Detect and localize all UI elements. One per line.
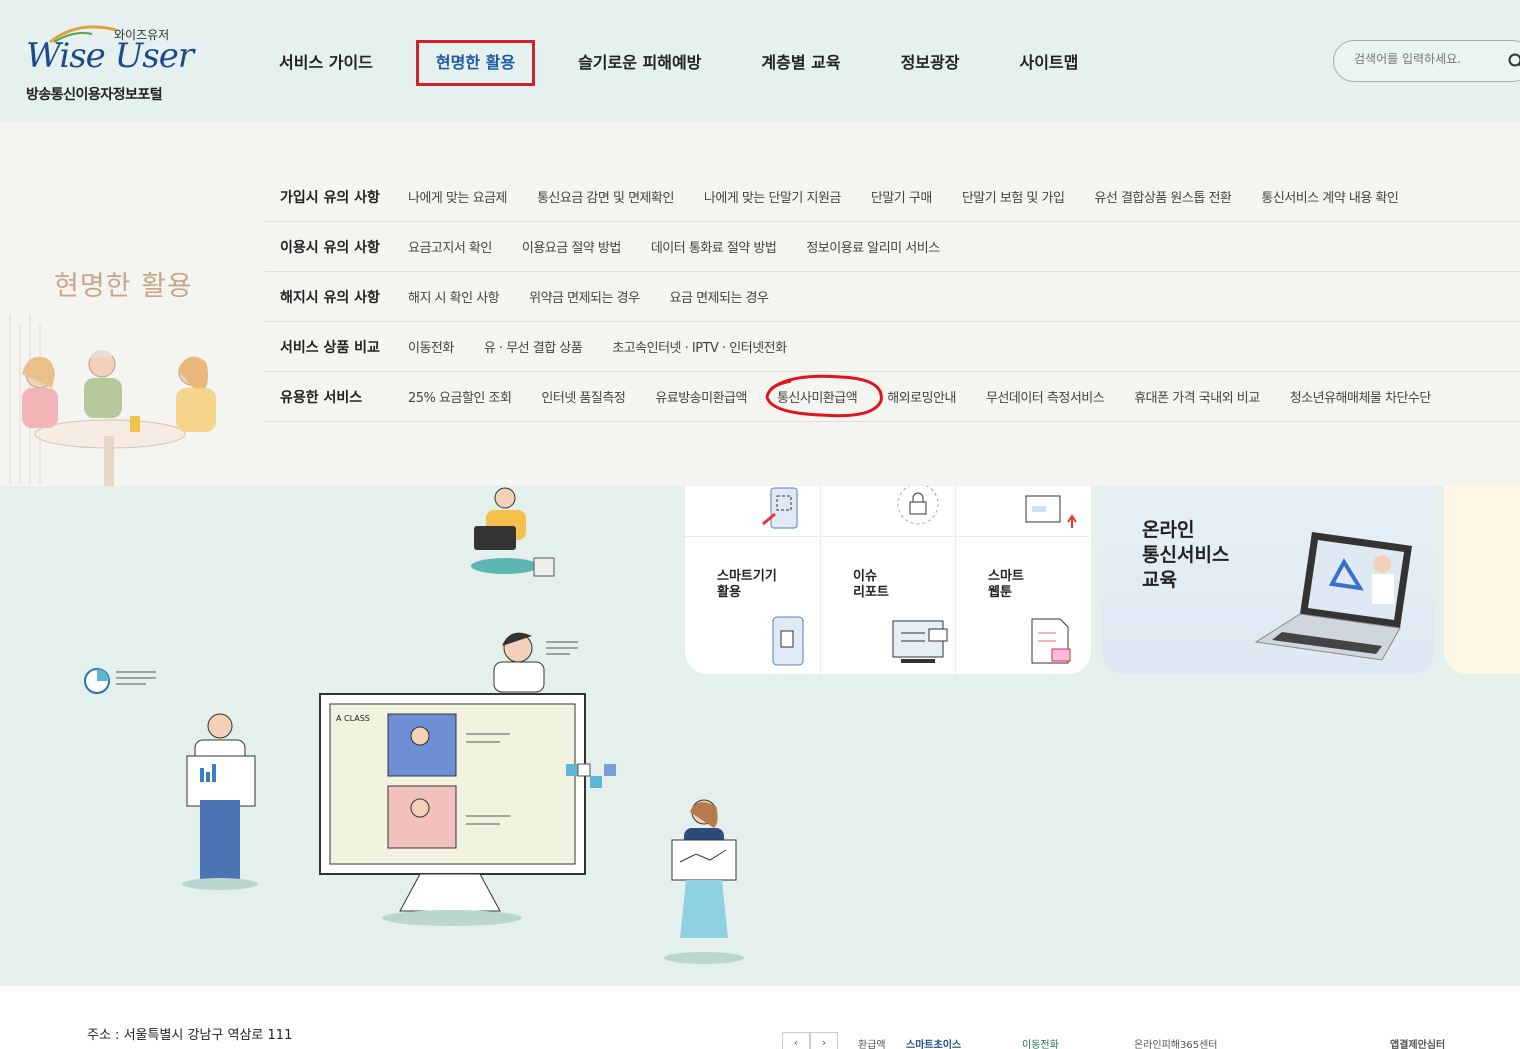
menu-link[interactable]: 청소년유해매체물 차단수단 xyxy=(1290,387,1432,406)
lock-network-icon xyxy=(897,483,939,525)
card-smart-webtoon[interactable]: 스마트 웹툰 xyxy=(955,537,1089,674)
main-content: A CLASS 스마트기기 활용 이슈 리포트 스마트 웹툰 온라인 통신서비스… xyxy=(0,483,1520,986)
footer-address: 주소 : 서울특별시 강남구 역삼로 111 xyxy=(87,1028,293,1043)
menu-category[interactable]: 유용한 서비스 xyxy=(265,387,408,407)
smartphone-icon xyxy=(772,616,804,666)
main-nav: 서비스 가이드 현명한 활용 슬기로운 피해예방 계층별 교육 정보광장 사이트… xyxy=(262,40,1121,86)
menu-row: 가입시 유의 사항 나에게 맞는 요금제 통신요금 감면 및 면제확인 나에게 … xyxy=(265,172,1520,222)
red-circle-annotation xyxy=(765,374,883,418)
mega-menu-rows: 가입시 유의 사항 나에게 맞는 요금제 통신요금 감면 및 면제확인 나에게 … xyxy=(265,172,1520,422)
banner-link[interactable]: 온라인피해365센터 xyxy=(1134,1036,1218,1049)
menu-category[interactable]: 해지시 유의 사항 xyxy=(265,287,408,307)
menu-link[interactable]: 통신서비스 계약 내용 확인 xyxy=(1261,187,1398,206)
menu-link[interactable]: 초고속인터넷 · IPTV · 인터넷전화 xyxy=(612,337,787,356)
banner-link[interactable]: 스마트초이스 xyxy=(906,1036,961,1049)
people-at-table-illustration xyxy=(0,304,250,486)
banner-link[interactable]: 이동전화 xyxy=(1022,1036,1059,1049)
header: 와이즈유저 Wise User 방송통신이용자정보포털 서비스 가이드 현명한 … xyxy=(0,0,1520,122)
mega-menu: 현명한 활용 가입시 유의 사항 나에게 맞는 요금제 통신요금 감면 및 면제… xyxy=(0,122,1520,486)
online-education-label: 온라인 통신서비스 교육 xyxy=(1142,519,1230,591)
nav-sitemap[interactable]: 사이트맵 xyxy=(1002,40,1095,86)
menu-link[interactable]: 무선데이터 측정서비스 xyxy=(986,387,1105,406)
banner-link[interactable]: 앱결제안심터 xyxy=(1390,1036,1445,1049)
footer: 주소 : 서울특별시 강남구 역삼로 111 ‹ › 환급액 스마트초이스 이동… xyxy=(0,986,1520,1049)
menu-row: 해지시 유의 사항 해지 시 확인 사항 위약금 면제되는 경우 요금 면제되는… xyxy=(265,272,1520,322)
menu-row: 서비스 상품 비교 이동전화 유 · 무선 결합 상품 초고속인터넷 · IPT… xyxy=(265,322,1520,372)
service-card-grid: 스마트기기 활용 이슈 리포트 스마트 웹툰 xyxy=(685,483,1091,674)
online-education-card[interactable]: 온라인 통신서비스 교육 xyxy=(1102,486,1434,674)
next-button[interactable]: › xyxy=(810,1032,838,1049)
menu-link[interactable]: 위약금 면제되는 경우 xyxy=(529,287,640,306)
card-top-issue[interactable] xyxy=(820,483,954,537)
menu-link-telecom-refund[interactable]: 통신사미환급액 xyxy=(765,374,883,418)
education-illustration: A CLASS xyxy=(84,487,616,926)
mega-menu-title: 현명한 활용 xyxy=(54,271,193,302)
card-issue-report[interactable]: 이슈 리포트 xyxy=(820,537,954,674)
nav-damage-prevention[interactable]: 슬기로운 피해예방 xyxy=(561,40,718,86)
menu-row: 유용한 서비스 25% 요금할인 조회 인터넷 품질측정 유료방송미환급액 통신… xyxy=(265,372,1520,422)
menu-link[interactable]: 25% 요금할인 조회 xyxy=(408,387,512,406)
menu-link[interactable]: 나에게 맞는 단말기 지원금 xyxy=(704,187,841,206)
menu-link[interactable]: 유선 결합상품 원스톱 전환 xyxy=(1094,187,1231,206)
menu-link[interactable]: 정보이용료 알리미 서비스 xyxy=(806,237,940,256)
menu-link[interactable]: 요금 면제되는 경우 xyxy=(670,287,769,306)
woman-with-sign-illustration xyxy=(664,799,744,964)
menu-link[interactable]: 나에게 맞는 요금제 xyxy=(408,187,507,206)
menu-link[interactable]: 요금고지서 확인 xyxy=(408,237,492,256)
logo-subtitle: 방송통신이용자정보포털 xyxy=(26,87,163,103)
logo-wordmark: Wise User xyxy=(26,36,194,76)
menu-link[interactable]: 이용요금 절약 방법 xyxy=(522,237,621,256)
phone-scan-icon xyxy=(762,487,798,529)
menu-category[interactable]: 가입시 유의 사항 xyxy=(265,187,408,207)
menu-link[interactable]: 유료방송미환급액 xyxy=(655,387,747,406)
nav-wise-use[interactable]: 현명한 활용 xyxy=(415,40,536,86)
menu-link[interactable]: 데이터 통화료 절약 방법 xyxy=(651,237,777,256)
logo[interactable]: 와이즈유저 Wise User 방송통신이용자정보포털 xyxy=(26,22,196,106)
card-top-webtoon[interactable] xyxy=(955,486,1089,537)
menu-link[interactable]: 단말기 보험 및 가입 xyxy=(962,187,1065,206)
monitor-report-icon xyxy=(892,620,948,663)
menu-link[interactable]: 단말기 구매 xyxy=(871,187,932,206)
search-box xyxy=(1333,40,1520,82)
nav-education[interactable]: 계층별 교육 xyxy=(744,40,857,86)
menu-link[interactable]: 이동전화 xyxy=(408,337,454,356)
menu-link[interactable]: 휴대폰 가격 국내외 비교 xyxy=(1134,387,1260,406)
card-smart-device[interactable]: 스마트기기 활용 xyxy=(685,537,819,674)
menu-link[interactable]: 인터넷 품질측정 xyxy=(541,387,625,406)
laptop-illustration xyxy=(1254,532,1412,661)
svg-text:A CLASS: A CLASS xyxy=(336,714,370,723)
prev-button[interactable]: ‹ xyxy=(782,1032,810,1049)
menu-category[interactable]: 이용시 유의 사항 xyxy=(265,237,408,257)
card-top-smart-device[interactable] xyxy=(685,486,819,537)
menu-link[interactable]: 통신요금 감면 및 면제확인 xyxy=(537,187,674,206)
search-icon[interactable] xyxy=(1508,53,1520,69)
document-camera-icon xyxy=(1031,618,1071,664)
search-input[interactable] xyxy=(1354,52,1494,66)
menu-link[interactable]: 해외로밍안내 xyxy=(887,387,956,406)
nav-info-square[interactable]: 정보광장 xyxy=(884,40,977,86)
menu-row: 이용시 유의 사항 요금고지서 확인 이용요금 절약 방법 데이터 통화료 절약… xyxy=(265,222,1520,272)
banner-link[interactable]: 환급액 xyxy=(858,1036,886,1049)
yellow-card-partial[interactable] xyxy=(1444,486,1520,674)
banner-pager: ‹ › xyxy=(782,1032,838,1049)
menu-link[interactable]: 유 · 무선 결합 상품 xyxy=(484,337,583,356)
nav-service-guide[interactable]: 서비스 가이드 xyxy=(262,40,390,86)
upload-window-icon xyxy=(1025,495,1077,528)
menu-category[interactable]: 서비스 상품 비교 xyxy=(265,337,408,357)
menu-link[interactable]: 해지 시 확인 사항 xyxy=(408,287,500,306)
